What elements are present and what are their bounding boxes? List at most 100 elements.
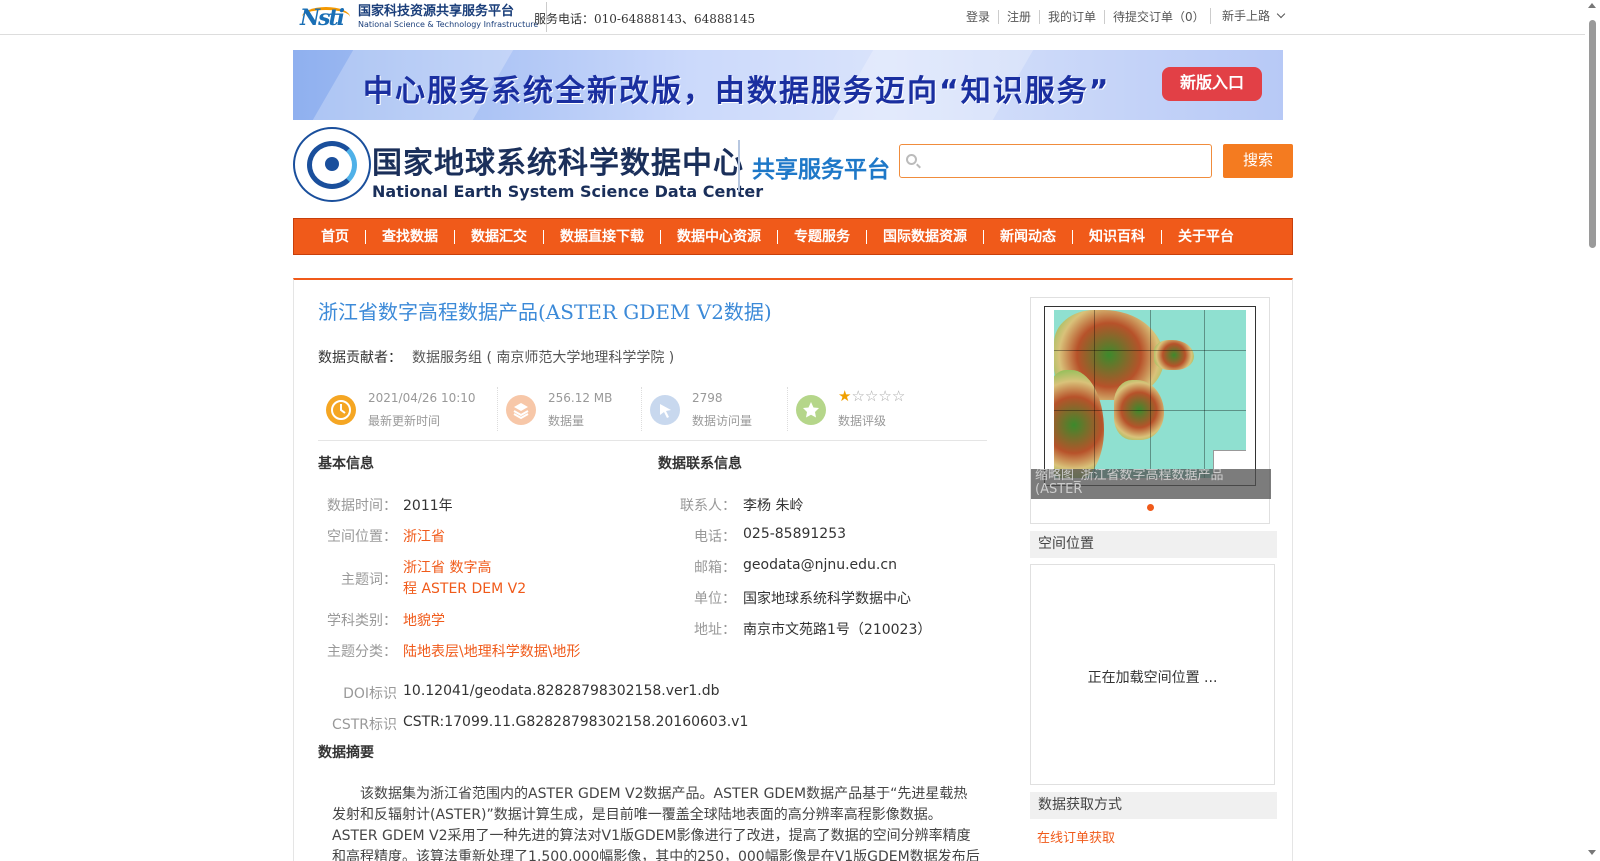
main-nav: 首页 查找数据 数据汇交 数据直接下载 数据中心资源 专题服务 国际数据资源 新… (293, 218, 1293, 255)
beginner-guide-label: 新手上路 (1222, 9, 1271, 23)
dataset-title: 浙江省数字高程数据产品(ASTER GDEM V2数据) (318, 300, 772, 324)
cstr-value: CSTR:17099.11.G82828798302158.20160603.v… (403, 714, 749, 730)
stat-updated: 2021/04/26 10:10 最新更新时间 (318, 385, 498, 433)
keyword-links-line1[interactable]: 浙江省 数字高 (403, 557, 491, 577)
chevron-down-icon (1276, 9, 1286, 19)
nav-about[interactable]: 关于平台 (1162, 230, 1250, 244)
field-label: 主题词： (341, 572, 397, 588)
my-orders-link[interactable]: 我的订单 (1040, 10, 1106, 24)
star-empty-icon: ☆ (878, 387, 892, 405)
stat-visits: 2798 数据访问量 (642, 385, 788, 433)
nav-news[interactable]: 新闻动态 (984, 229, 1073, 244)
location-link[interactable]: 浙江省 (403, 526, 445, 546)
beginner-guide-menu[interactable]: 新手上路 (1222, 7, 1286, 24)
field-value: 南京市文苑路1号（210023） (743, 622, 932, 638)
field-value: 李杨 朱岭 (743, 498, 804, 514)
doi-value: 10.12041/geodata.82828798302158.ver1.db (403, 683, 720, 699)
register-link[interactable]: 注册 (999, 10, 1041, 24)
divider (1210, 8, 1211, 24)
thumbnail-caption-line2: (ASTER (1035, 482, 1083, 497)
thumbnail-caption: 缩略图_浙江省数字高程数据产品 (ASTER (1031, 469, 1271, 499)
nav-home[interactable]: 首页 (305, 229, 366, 244)
category-link[interactable]: 陆地表层\地理科学数据\地形 (403, 641, 580, 661)
thumbnail-carousel[interactable]: 缩略图_浙江省数字高程数据产品 (ASTER (1030, 297, 1271, 524)
abstract-heading: 数据摘要 (318, 745, 374, 761)
stat-size-label: 数据量 (548, 414, 585, 428)
nav-international-data[interactable]: 国际数据资源 (867, 229, 984, 244)
pending-orders-link[interactable]: 待提交订单（0） (1105, 10, 1213, 24)
contributor-label: 数据贡献者： (318, 350, 402, 366)
nav-topic-services[interactable]: 专题服务 (778, 229, 867, 244)
field-value: 国家地球系统科学数据中心 (743, 591, 911, 607)
page-scrollbar[interactable] (1585, 0, 1600, 861)
top-bar: Nsti 国家科技资源共享服务平台 National Science & Tec… (0, 0, 1585, 35)
scroll-up-arrow-icon[interactable] (1588, 3, 1596, 8)
service-phone: 服务电话：010-64888143、64888145 (534, 12, 756, 26)
field-label: 单位： (694, 591, 736, 607)
cursor-icon (650, 395, 680, 425)
thumbnail-image[interactable] (1044, 306, 1256, 486)
field-label: 学科类别： (327, 613, 397, 629)
stat-visits-value: 2798 (692, 391, 723, 405)
new-version-button[interactable]: 新版入口 (1162, 67, 1262, 101)
spatial-heading: 空间位置 (1030, 531, 1277, 558)
scroll-down-arrow-icon[interactable] (1588, 850, 1596, 855)
field-label: 邮箱： (694, 560, 736, 576)
nav-direct-download[interactable]: 数据直接下载 (544, 229, 661, 244)
nav-find-data[interactable]: 查找数据 (366, 229, 455, 244)
stat-updated-value: 2021/04/26 10:10 (368, 391, 476, 405)
nav-knowledge[interactable]: 知识百科 (1073, 229, 1162, 244)
stat-updated-label: 最新更新时间 (368, 414, 441, 428)
contributor-value[interactable]: 数据服务组 ( 南京师范大学地理科学学院 ) (412, 350, 674, 366)
carousel-dot-indicator[interactable] (1147, 504, 1154, 511)
thumbnail-caption-line1: 缩略图_浙江省数字高程数据产品 (1035, 469, 1224, 483)
login-link[interactable]: 登录 (958, 10, 1000, 24)
field-value: 025-85891253 (743, 526, 847, 542)
stat-rating-label: 数据评级 (838, 414, 887, 428)
nav-data-submission[interactable]: 数据汇交 (455, 229, 544, 244)
field-label: 联系人： (680, 498, 736, 514)
field-label: 电话： (694, 529, 736, 545)
field-label: DOI标识 (343, 686, 397, 702)
search-icon (906, 154, 917, 165)
site-subtitle: 共享服务平台 (752, 157, 890, 183)
spatial-loading-text: 正在加载空间位置 ... (1087, 670, 1218, 686)
nav-center-resources[interactable]: 数据中心资源 (661, 229, 778, 244)
star-filled-icon: ★ (838, 387, 852, 405)
layers-icon (506, 395, 536, 425)
star-badge-icon (796, 395, 826, 425)
nsti-logo-en: National Science & Technology Infrastruc… (358, 20, 539, 29)
banner-text: 中心服务系统全新改版，由数据服务迈向“知识服务” (363, 74, 1111, 109)
nsti-logo-mark-icon: Nsti (300, 5, 352, 31)
contact-info-heading: 数据联系信息 (658, 456, 742, 472)
nsti-logo-cn: 国家科技资源共享服务平台 (358, 4, 515, 19)
dataset-stats: 2021/04/26 10:10 最新更新时间 256.12 MB 数据量 27… (318, 385, 987, 441)
field-value: 2011年 (403, 498, 453, 514)
field-label: 地址： (694, 622, 736, 638)
user-links: 登录 注册 我的订单 待提交订单（0） (958, 10, 1213, 24)
field-value: geodata@njnu.edu.cn (743, 557, 897, 573)
search-box[interactable] (899, 144, 1212, 178)
site-title-cn: 国家地球系统科学数据中心 (372, 146, 744, 181)
clock-icon (326, 395, 356, 425)
nsti-logo[interactable]: Nsti 国家科技资源共享服务平台 National Science & Tec… (300, 2, 548, 32)
search-button[interactable]: 搜索 (1223, 144, 1293, 178)
scroll-thumb[interactable] (1589, 20, 1596, 248)
keyword-links-line2[interactable]: 程 ASTER DEM V2 (403, 578, 526, 598)
contributor: 数据贡献者： 数据服务组 ( 南京师范大学地理科学学院 ) (318, 347, 674, 367)
star-empty-icon: ☆ (864, 387, 879, 405)
abstract-text: 该数据集为浙江省范围内的ASTER GDEM V2数据产品。ASTER GDEM… (332, 786, 980, 861)
data-center-logo-icon[interactable] (293, 127, 371, 202)
stat-visits-label: 数据访问量 (692, 414, 753, 428)
star-empty-icon: ☆ (891, 387, 906, 405)
access-heading: 数据获取方式 (1030, 792, 1277, 819)
spatial-map-panel[interactable]: 正在加载空间位置 ... (1030, 564, 1275, 785)
discipline-link[interactable]: 地貌学 (403, 610, 445, 630)
field-label: 数据时间： (327, 498, 397, 514)
stat-rating: ★☆☆☆☆ 数据评级 (788, 385, 968, 433)
search-input[interactable] (924, 149, 1206, 173)
promo-banner[interactable]: 中心服务系统全新改版，由数据服务迈向“知识服务” 新版入口 (293, 50, 1283, 120)
online-order-link[interactable]: 在线订单获取 (1037, 827, 1115, 846)
stat-size-value: 256.12 MB (548, 391, 613, 405)
field-label: 主题分类： (327, 644, 397, 660)
